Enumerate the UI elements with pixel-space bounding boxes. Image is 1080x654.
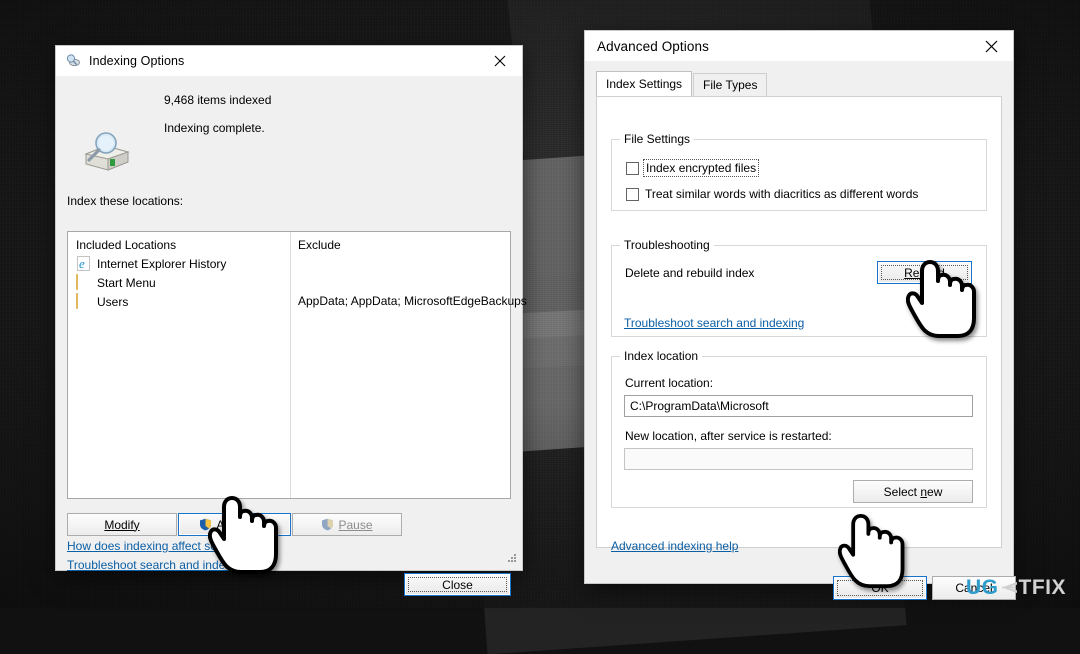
- index-locations-label: Index these locations:: [67, 194, 184, 208]
- advanced-options-titlebar: Advanced Options: [585, 31, 1013, 62]
- resize-grip[interactable]: [507, 552, 517, 566]
- advanced-button-label: Advanced: [216, 517, 270, 532]
- internet-explorer-icon: e: [76, 256, 92, 271]
- advanced-button[interactable]: Advanced: [178, 513, 291, 536]
- troubleshoot-search-indexing-link[interactable]: Troubleshoot search and indexing: [624, 316, 804, 330]
- folder-icon: [76, 293, 92, 309]
- advanced-options-body: Index Settings File Types File Settings …: [585, 61, 1016, 600]
- tab-index-settings-label: Index Settings: [606, 77, 683, 91]
- tab-file-types-label: File Types: [703, 78, 758, 92]
- list-item-exclude-value: AppData; AppData; MicrosoftEdgeBackups: [298, 294, 527, 308]
- close-dialog-button[interactable]: Close: [404, 573, 511, 596]
- close-button[interactable]: [969, 31, 1013, 61]
- rebuild-button[interactable]: Rebuild: [877, 261, 972, 284]
- new-location-field[interactable]: [624, 448, 973, 470]
- index-encrypted-files-checkbox-row[interactable]: Index encrypted files: [626, 159, 760, 177]
- tabstrip: Index Settings File Types: [596, 71, 1002, 96]
- table-row[interactable]: Users: [76, 293, 129, 309]
- column-header-exclude: Exclude: [298, 238, 341, 252]
- index-encrypted-files-label: Index encrypted files: [642, 159, 760, 177]
- watermark-glyph-icon: [1000, 580, 1018, 596]
- ok-button[interactable]: OK: [833, 576, 927, 600]
- ugetfix-watermark: UG TFIX: [966, 576, 1066, 600]
- svg-text:e: e: [79, 256, 85, 271]
- folder-icon: [76, 274, 92, 290]
- modify-button[interactable]: Modify: [67, 513, 177, 536]
- indexing-options-dialog: Indexing Options 9,468 items indexed Ind…: [55, 45, 527, 596]
- delete-rebuild-index-label: Delete and rebuild index: [625, 266, 755, 280]
- close-button[interactable]: [478, 46, 522, 76]
- list-item-label: Start Menu: [97, 275, 156, 290]
- tab-index-settings[interactable]: Index Settings: [596, 71, 693, 96]
- current-location-label: Current location:: [625, 376, 714, 390]
- advanced-indexing-help-link[interactable]: Advanced indexing help: [611, 539, 738, 553]
- indexing-options-icon: [65, 53, 81, 69]
- diacritics-checkbox[interactable]: [626, 187, 639, 201]
- list-item-label: Internet Explorer History: [97, 256, 227, 271]
- tab-file-types[interactable]: File Types: [693, 73, 768, 96]
- current-location-value: C:\ProgramData\Microsoft: [630, 399, 769, 413]
- indexing-status-text: Indexing complete.: [164, 121, 265, 135]
- shield-icon: [321, 518, 334, 531]
- ok-button-label: OK: [871, 581, 889, 595]
- column-header-included: Included Locations: [76, 238, 177, 252]
- diacritics-checkbox-row[interactable]: Treat similar words with diacritics as d…: [626, 187, 918, 201]
- troubleshoot-search-indexing-link[interactable]: Troubleshoot search and indexing: [67, 558, 247, 572]
- advanced-options-title: Advanced Options: [597, 38, 709, 54]
- table-row[interactable]: e Internet Explorer History: [76, 256, 226, 271]
- new-location-label: New location, after service is restarted…: [625, 429, 832, 443]
- shield-icon: [199, 518, 212, 531]
- included-locations-list[interactable]: Included Locations Exclude e Internet Ex…: [67, 231, 527, 499]
- pause-button[interactable]: Pause: [292, 513, 402, 536]
- items-indexed-text: 9,468 items indexed: [164, 93, 272, 107]
- watermark-part-3: TFIX: [1018, 576, 1066, 599]
- select-new-button[interactable]: Select new: [853, 480, 973, 503]
- close-dialog-button-label: Close: [442, 577, 473, 592]
- watermark-part-1: UG: [966, 576, 999, 599]
- indexing-options-body: 9,468 items indexed Indexing complete. I…: [56, 76, 527, 596]
- table-row[interactable]: Start Menu: [76, 274, 156, 290]
- list-column-divider: [290, 232, 291, 498]
- modify-button-label: Modify: [104, 517, 140, 532]
- diacritics-label: Treat similar words with diacritics as d…: [645, 187, 919, 201]
- close-icon: [494, 55, 506, 67]
- indexing-options-title: Indexing Options: [89, 54, 185, 68]
- indexing-options-titlebar: Indexing Options: [56, 46, 522, 77]
- close-icon: [985, 40, 997, 52]
- index-encrypted-files-checkbox[interactable]: [626, 161, 639, 175]
- how-does-indexing-affect-searches-link[interactable]: How does indexing affect searches?: [67, 539, 260, 553]
- index-location-legend: Index location: [620, 349, 703, 363]
- rebuild-button-label: Rebuild: [904, 265, 945, 280]
- troubleshooting-legend: Troubleshooting: [620, 238, 714, 252]
- list-item-label: Users: [97, 294, 129, 309]
- advanced-options-dialog: Advanced Options Index Settings File Typ…: [584, 30, 1016, 600]
- file-settings-legend: File Settings: [620, 132, 695, 146]
- drive-search-icon: [76, 128, 132, 174]
- current-location-field[interactable]: C:\ProgramData\Microsoft: [624, 395, 973, 417]
- select-new-accel: n: [920, 484, 928, 499]
- pause-button-label: Pause: [338, 517, 373, 532]
